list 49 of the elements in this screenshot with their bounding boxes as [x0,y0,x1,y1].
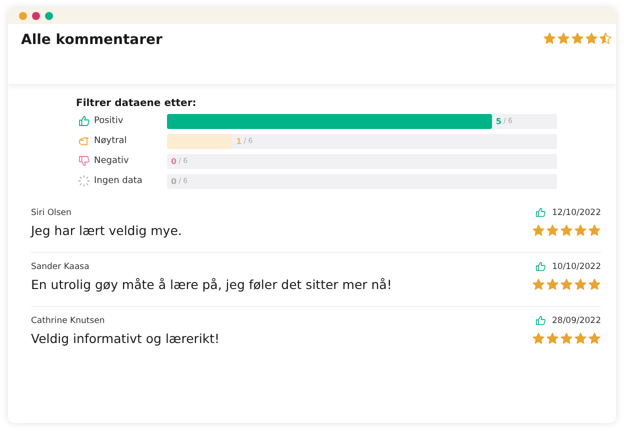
filter-label[interactable]: Positiv [94,116,167,126]
count-value: 0 [171,176,177,186]
thumbs-up-icon [535,261,546,272]
loading-icon [78,175,90,187]
thumbs-up-icon [535,315,546,326]
star-icon [574,278,587,291]
author-name: Siri Olsen [31,208,72,218]
window-dot[interactable] [19,12,27,20]
star-icon [560,332,573,345]
star-icon [571,32,584,45]
star-icon [546,332,559,345]
count-value: 1 [236,136,242,146]
star-icon [588,278,601,291]
count-value: 5 [496,116,502,126]
star-icon [585,32,598,45]
star-icon [574,224,587,237]
star-icon [599,32,612,45]
thumbs-down-icon [78,155,90,167]
comment-date: 12/10/2022 [552,208,601,218]
comment-text: Veldig informativt og lærerikt! [31,331,220,346]
filter-label[interactable]: Ingen data [94,176,167,186]
window-dot[interactable] [32,12,40,20]
filter-label[interactable]: Nøytral [94,136,167,146]
comment-date: 10/10/2022 [552,262,601,272]
star-icon [546,224,559,237]
star-icon [532,278,545,291]
filter-label[interactable]: Negativ [94,156,167,166]
star-icon [546,278,559,291]
thumbs-up-icon [78,115,90,127]
star-icon [574,332,587,345]
comment-text: Jeg har lært veldig mye. [31,223,182,238]
star-icon [543,32,556,45]
comment-date: 28/09/2022 [552,316,601,326]
star-icon [532,332,545,345]
author-name: Cathrine Knutsen [31,316,105,326]
count-value: 0 [171,156,177,166]
star-icon [588,224,601,237]
window-dot[interactable] [45,12,53,20]
page-title: Alle kommentarer [21,32,162,48]
filter-heading: Filtrer dataene etter: [76,98,198,109]
author-name: Sander Kaasa [31,262,90,272]
thumbs-up-icon [535,207,546,218]
star-icon [532,224,545,237]
star-icon [560,278,573,291]
star-icon [588,332,601,345]
comment-text: En utrolig gøy måte å lære på, jeg føler det sitter mer nå! [31,277,392,292]
pointing-hand-icon [78,135,90,147]
star-icon [560,224,573,237]
star-icon [557,32,570,45]
